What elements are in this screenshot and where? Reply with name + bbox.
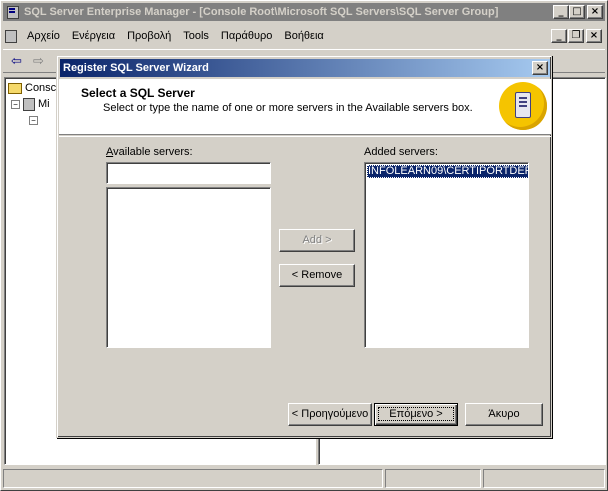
added-server-item[interactable]: INFOLEARN09\CERTIPORTDEF xyxy=(367,165,528,178)
enterprise-manager-icon xyxy=(5,5,21,19)
menu-file[interactable]: Αρχείο xyxy=(21,30,66,42)
step-description: Select or type the name of one or more s… xyxy=(103,102,473,114)
menu-action[interactable]: Ενέργεια xyxy=(66,30,121,42)
close-icon: × xyxy=(535,62,545,73)
added-servers-label: Added servers: xyxy=(364,146,438,158)
server-group-icon xyxy=(23,97,35,111)
tree-item-label: Consc xyxy=(25,82,57,94)
menu-bar: Αρχείο Ενέργεια Προβολή Tools Παράθυρο Β… xyxy=(3,25,605,47)
maximize-icon: □ xyxy=(572,6,582,17)
wizard-header: Select a SQL Server Select or type the n… xyxy=(59,79,551,135)
mdi-child-icon[interactable] xyxy=(3,28,19,44)
tree-item-console-root[interactable]: Consc xyxy=(8,81,56,95)
tree-item-label: Mi xyxy=(38,98,50,110)
main-window-title: SQL Server Enterprise Manager - [Console… xyxy=(24,6,499,18)
available-servers-list[interactable] xyxy=(106,187,271,348)
server-wizard-icon xyxy=(499,82,547,130)
wizard-title-bar[interactable]: Register SQL Server Wizard xyxy=(60,59,550,77)
tree-item-sql-server-group[interactable]: − xyxy=(29,113,41,127)
mdi-close-button[interactable]: × xyxy=(586,29,602,43)
tree-item-microsoft-sql-servers[interactable]: − Mi xyxy=(11,97,50,111)
minimize-icon: _ xyxy=(558,6,564,17)
available-server-input[interactable] xyxy=(106,162,271,184)
wizard-close-button[interactable]: × xyxy=(532,61,548,75)
cancel-button[interactable]: Άκυρο xyxy=(465,403,543,426)
remove-button[interactable]: < Remove xyxy=(279,264,355,287)
collapse-icon[interactable]: − xyxy=(29,115,38,125)
status-panel-main xyxy=(3,469,383,488)
forward-arrow-icon[interactable]: ⇨ xyxy=(33,54,47,67)
main-title-bar[interactable]: SQL Server Enterprise Manager - [Console… xyxy=(3,3,605,21)
menu-view[interactable]: Προβολή xyxy=(121,30,177,42)
mdi-restore-button[interactable]: ❐ xyxy=(568,29,584,43)
header-divider xyxy=(59,136,551,138)
minimize-icon: _ xyxy=(556,30,562,41)
folder-icon xyxy=(8,82,22,94)
register-server-wizard-dialog: Register SQL Server Wizard × Select a SQ… xyxy=(56,55,552,438)
step-title: Select a SQL Server xyxy=(81,86,195,100)
available-server-textbox[interactable] xyxy=(107,163,270,183)
minimize-button[interactable]: _ xyxy=(553,5,569,19)
wizard-title: Register SQL Server Wizard xyxy=(63,62,209,74)
add-button[interactable]: Add > xyxy=(279,229,355,252)
status-bar xyxy=(3,469,605,488)
restore-icon: ❐ xyxy=(571,30,581,41)
back-button[interactable]: < Προηγούμενο xyxy=(288,403,372,426)
maximize-button[interactable]: □ xyxy=(569,5,585,19)
back-arrow-icon[interactable]: ⇦ xyxy=(11,54,25,67)
menu-tools[interactable]: Tools xyxy=(177,30,215,42)
close-button[interactable]: × xyxy=(587,5,603,19)
close-icon: × xyxy=(590,6,600,17)
menu-window[interactable]: Παράθυρο xyxy=(215,30,278,42)
collapse-icon[interactable]: − xyxy=(11,99,20,109)
mdi-minimize-button[interactable]: _ xyxy=(551,29,567,43)
status-panel-3 xyxy=(483,469,605,488)
close-icon: × xyxy=(589,30,599,41)
available-servers-label: Available servers: xyxy=(106,146,193,158)
menu-help[interactable]: Βοήθεια xyxy=(278,30,329,42)
added-servers-list[interactable]: INFOLEARN09\CERTIPORTDEF xyxy=(364,162,529,348)
next-button[interactable]: Επόμενο > xyxy=(374,403,458,426)
status-panel-2 xyxy=(385,469,481,488)
